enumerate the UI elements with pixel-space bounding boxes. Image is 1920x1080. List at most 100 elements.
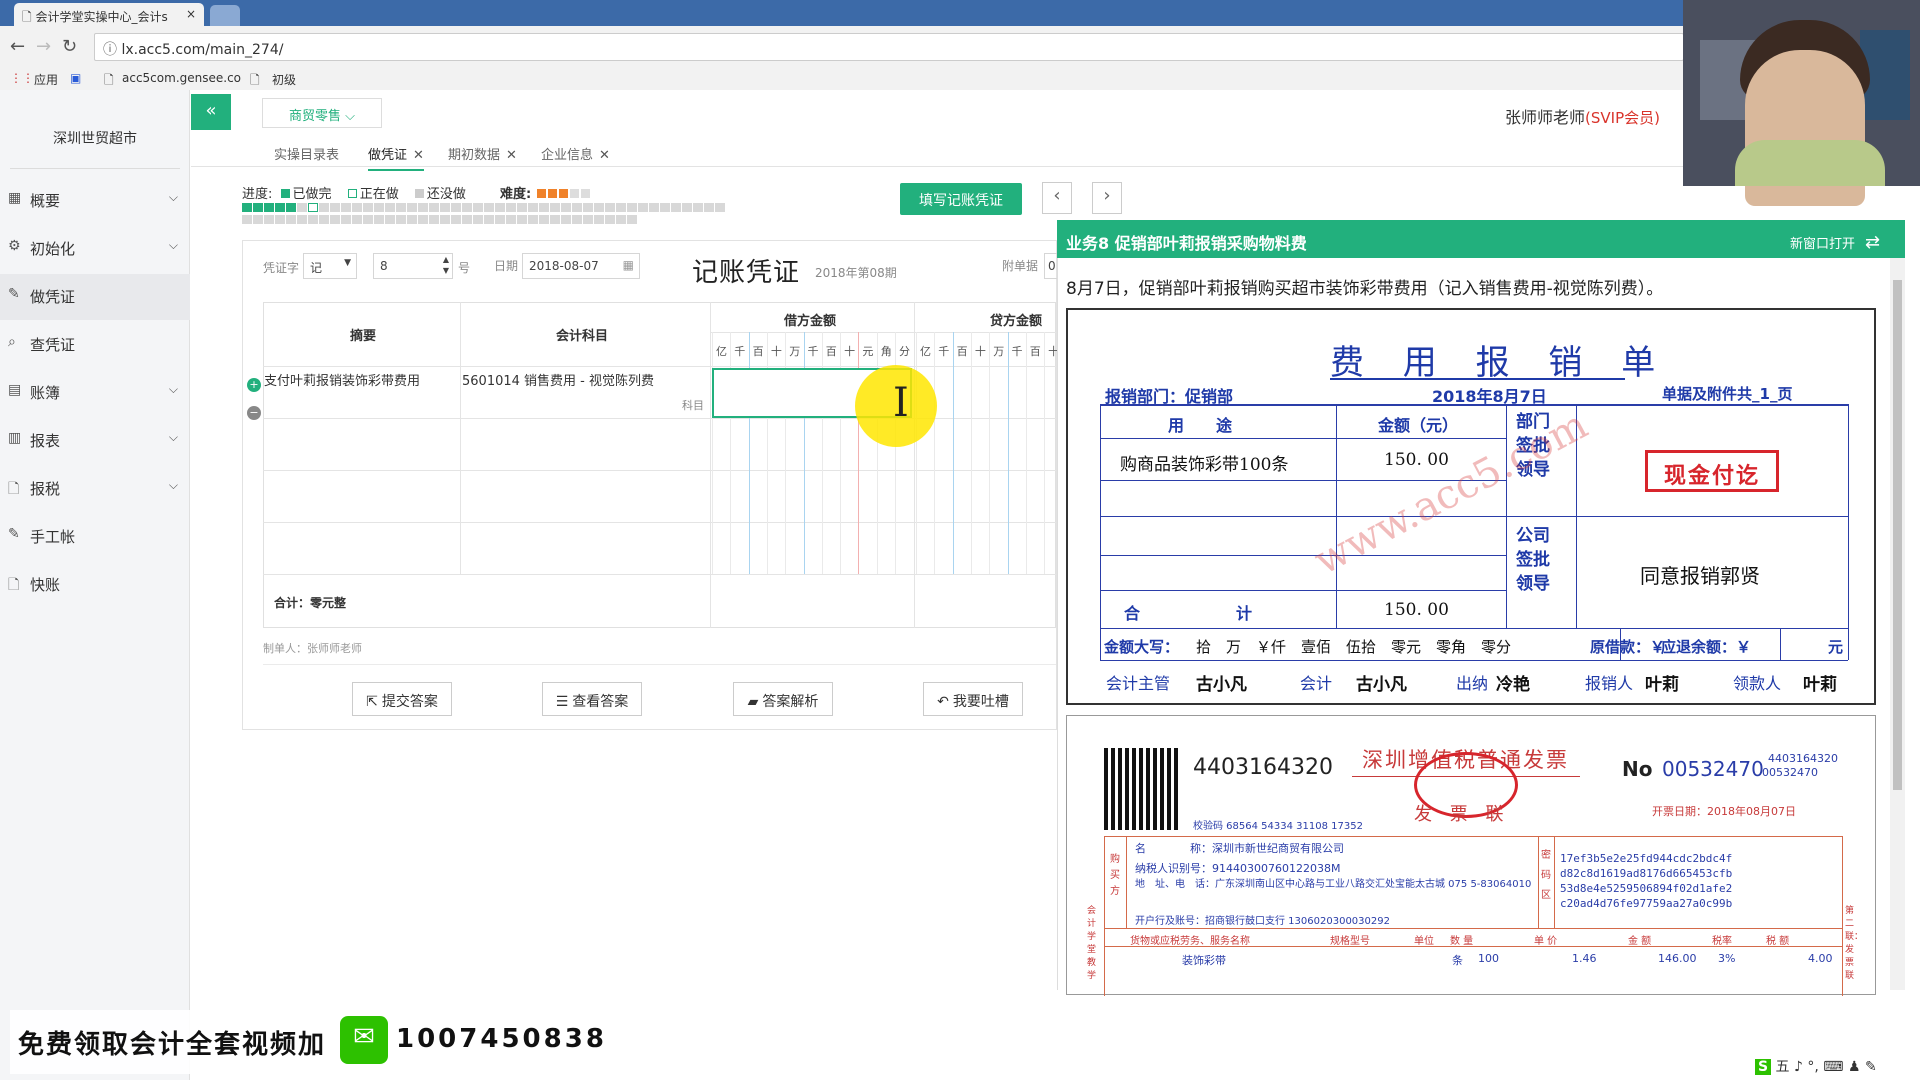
forward-icon[interactable]: →	[36, 36, 51, 57]
sidebar-item-6[interactable]: 🗋 报税 ⌵	[0, 466, 190, 512]
bookmark-apps[interactable]: 应用	[34, 71, 58, 88]
invoice-header-cell: 规格型号	[1330, 936, 1370, 947]
tab-2[interactable]: 期初数据 ✕	[448, 144, 517, 163]
action-button-0[interactable]: ⇱ 提交答案	[352, 682, 452, 716]
progress-cell	[363, 215, 373, 224]
add-row-icon[interactable]: +	[247, 378, 261, 392]
chevron-down-icon[interactable]: ⌵	[169, 478, 178, 493]
total-label: 合计：零元整	[274, 596, 347, 610]
reload-icon[interactable]: ↻	[62, 36, 77, 57]
progress-cell	[352, 215, 362, 224]
progress-cell	[308, 215, 318, 224]
chevron-down-icon[interactable]: ⌵	[169, 382, 178, 397]
sidebar-item-4[interactable]: ▤ 账簿 ⌵	[0, 370, 190, 416]
signer-role: 会计	[1300, 674, 1333, 693]
new-tab-button[interactable]	[210, 5, 240, 26]
ime-logo-icon[interactable]: S	[1755, 1059, 1772, 1075]
user-info: 张师师老师(SVIP会员)	[1505, 104, 1660, 128]
tab-0[interactable]: 实操目录表	[274, 144, 339, 163]
info-icon: ⓘ	[103, 42, 122, 58]
account-hint: 科目	[682, 399, 704, 412]
sidebar-item-0[interactable]: ▦ 概要 ⌵	[0, 178, 190, 224]
signer-name: 古小凡	[1196, 675, 1247, 695]
progress-cell	[583, 203, 593, 212]
digit-unit-label: 百	[1029, 345, 1041, 358]
apps-icon[interactable]: ⋮⋮	[10, 71, 34, 85]
date-input[interactable]: 2018-08-07 ▦	[522, 253, 640, 279]
tab-close-icon[interactable]: ×	[186, 7, 196, 21]
stepper-arrows-icon[interactable]: ▲ ▼	[443, 254, 449, 276]
task-title: 业务8 促销部叶莉报销采购物料费	[1066, 234, 1307, 253]
open-new-window-link[interactable]: 新窗口打开 ⇄	[1790, 232, 1880, 253]
digit-col-line	[916, 332, 917, 574]
qr-code-icon	[1104, 748, 1180, 830]
row-summary[interactable]: 支付叶莉报销装饰彩带费用	[264, 370, 420, 389]
progress-cell	[407, 203, 417, 212]
digit-unit-label: 千	[938, 345, 950, 358]
close-icon[interactable]: ✕	[506, 148, 517, 163]
progress-cell	[550, 203, 560, 212]
total-row-label: 合 计	[1124, 604, 1253, 623]
next-arrow-button[interactable]: ›	[1092, 182, 1122, 214]
ime-toolbar[interactable]: S 五 ♪ °, ⌨ ♟ ✎	[1755, 1056, 1877, 1076]
chevron-down-icon[interactable]: ⌵	[169, 190, 178, 205]
sidebar-item-label: 快账	[30, 576, 61, 594]
sidebar-item-2[interactable]: ✎ 做凭证	[0, 274, 190, 320]
sidebar-item-7[interactable]: ✎ 手工帐	[0, 514, 190, 560]
bookmark-gensee[interactable]: acc5com.gensee.co	[122, 71, 241, 85]
progress-cell	[330, 215, 340, 224]
invoice-header-cell: 税率	[1712, 936, 1732, 947]
swap-icon[interactable]: ⇄	[1865, 232, 1880, 253]
close-icon[interactable]: ✕	[599, 148, 610, 163]
collapse-sidebar-button[interactable]: «	[191, 94, 231, 130]
url-input[interactable]: ⓘ lx.acc5.com/main_274/	[94, 33, 1684, 61]
progress-cell	[616, 215, 626, 224]
progress-cell	[506, 215, 516, 224]
action-button-1[interactable]: ☰ 查看答案	[542, 682, 642, 716]
bookmark-junior[interactable]: 初级	[272, 71, 296, 88]
invoice-header-cell: 货物或应税劳务、服务名称	[1130, 936, 1250, 947]
progress-cell	[352, 203, 362, 212]
chevron-down-icon[interactable]: ⌵	[169, 430, 178, 445]
browser-tab[interactable]: 🗋 会计学堂实操中心_会计s ×	[14, 3, 204, 26]
scrollbar-thumb[interactable]	[1893, 280, 1902, 790]
close-icon[interactable]: ✕	[413, 148, 424, 163]
voucher-type-select[interactable]: 记 ▼	[303, 253, 357, 279]
progress-cell	[330, 203, 340, 212]
browser-titlebar	[0, 0, 1920, 26]
digit-unit-label: 元	[862, 345, 874, 358]
chevron-down-icon[interactable]: ⌵	[169, 238, 178, 253]
action-button-2[interactable]: ▰ 答案解析	[733, 682, 833, 716]
progress-cell	[341, 203, 351, 212]
attach-input[interactable]: 0	[1044, 253, 1058, 279]
presenter-shirt	[1735, 140, 1885, 186]
calendar-icon[interactable]: ▦	[623, 258, 634, 272]
invoice-subtitle: 发 票 联	[1414, 804, 1510, 825]
digit-col-line	[1044, 332, 1046, 574]
invoice-item-rate: 3%	[1718, 952, 1736, 965]
voucher-period: 2018年第08期	[815, 266, 897, 280]
sidebar-item-5[interactable]: ▥ 报表 ⌵	[0, 418, 190, 464]
progress-cell	[638, 203, 648, 212]
industry-dropdown[interactable]: 商贸零售 ⌵	[262, 98, 382, 128]
voucher-number-stepper[interactable]: 8 ▲ ▼	[373, 253, 453, 279]
voucher-title: 记账凭证	[692, 258, 801, 288]
tab-1[interactable]: 做凭证 ✕	[368, 144, 424, 171]
new-window-label: 新窗口打开	[1790, 237, 1856, 252]
action-button-3[interactable]: ↶ 我要吐槽	[923, 682, 1023, 716]
digit-unit-label: 百	[752, 345, 764, 358]
sidebar-item-8[interactable]: 🗋 快账	[0, 562, 190, 608]
sidebar-item-1[interactable]: ⚙ 初始化 ⌵	[0, 226, 190, 272]
remove-row-icon[interactable]: −	[247, 406, 261, 420]
prev-arrow-button[interactable]: ‹	[1042, 182, 1072, 214]
progress-cell	[506, 203, 516, 212]
tab-3[interactable]: 企业信息 ✕	[541, 144, 610, 163]
digit-unit-label: 分	[899, 345, 910, 358]
row-account[interactable]: 5601014 销售费用 - 视觉陈列费	[462, 370, 654, 389]
voucher-table	[263, 302, 1056, 628]
progress-cell	[561, 203, 571, 212]
sidebar-item-3[interactable]: ⌕ 查凭证	[0, 322, 190, 368]
back-icon[interactable]: ←	[10, 36, 25, 57]
fill-voucher-button[interactable]: 填写记账凭证	[900, 183, 1022, 215]
form-attachments: 单据及附件共_1_页	[1662, 385, 1793, 403]
